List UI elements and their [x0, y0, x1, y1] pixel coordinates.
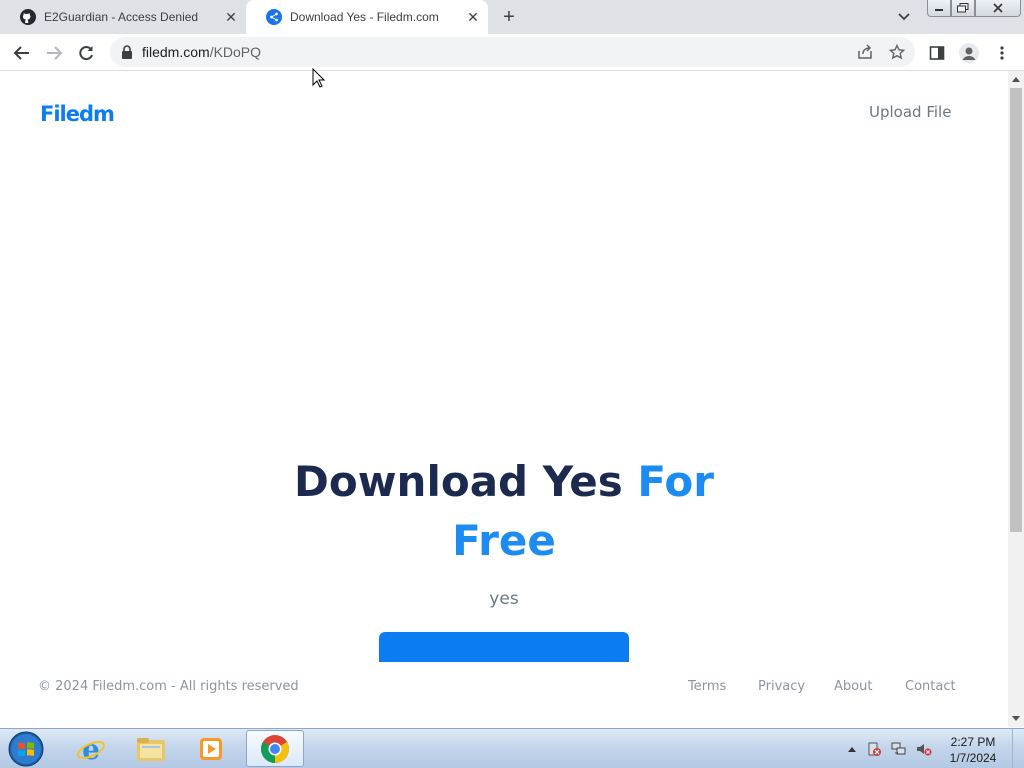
back-button[interactable]: [10, 41, 34, 65]
close-window-button[interactable]: [975, 0, 1021, 17]
page-title-line2: Free: [0, 512, 1008, 570]
side-panel-icon[interactable]: [925, 41, 949, 65]
github-icon: [20, 9, 36, 25]
profile-avatar[interactable]: [957, 41, 981, 65]
network-icon[interactable]: [891, 741, 907, 757]
explorer-icon[interactable]: [122, 730, 180, 767]
title-accent: Free: [452, 516, 556, 565]
tab-filedm[interactable]: Download Yes - Filedm.com ✕: [246, 0, 488, 34]
forward-button[interactable]: [42, 41, 66, 65]
share-page-icon[interactable]: [855, 43, 875, 61]
system-clock[interactable]: 2:27 PM 1/7/2024: [940, 734, 1006, 766]
download-button[interactable]: [379, 632, 629, 662]
svg-text:e: e: [82, 734, 100, 764]
footer-link-contact[interactable]: Contact: [905, 679, 956, 694]
footer-link-about[interactable]: About: [834, 679, 872, 694]
lock-icon[interactable]: [121, 45, 133, 59]
footer-copyright: © 2024 Filedm.com - All rights reserved: [38, 679, 299, 694]
url-path: /KDoPQ: [209, 44, 262, 60]
restore-button[interactable]: [951, 0, 975, 17]
file-description: yes: [489, 589, 519, 609]
new-tab-button[interactable]: +: [498, 7, 520, 27]
close-tab-icon[interactable]: ✕: [222, 8, 240, 26]
reload-button[interactable]: [74, 41, 98, 65]
scroll-down-icon[interactable]: [1008, 711, 1024, 727]
footer-link-privacy[interactable]: Privacy: [758, 679, 805, 694]
url-host: filedm.com: [142, 44, 210, 60]
scroll-up-icon[interactable]: [1008, 71, 1024, 87]
close-tab-icon[interactable]: ✕: [464, 8, 482, 26]
share-icon: [266, 9, 282, 25]
bookmark-star-icon[interactable]: [887, 43, 907, 61]
title-main: Download Yes: [294, 457, 623, 506]
footer-link-terms[interactable]: Terms: [688, 679, 726, 694]
windows-taskbar: e 2:27 PM 1/7/2024: [0, 728, 1024, 768]
url-text[interactable]: filedm.com/KDoPQ: [142, 44, 261, 60]
site-logo[interactable]: Filedm: [40, 102, 115, 126]
avatar-icon: [959, 43, 979, 63]
clock-time: 2:27 PM: [950, 735, 996, 749]
chrome-icon[interactable]: [246, 730, 304, 767]
mouse-cursor-icon: [312, 67, 326, 88]
clock-date: 1/7/2024: [949, 751, 997, 765]
vertical-scrollbar[interactable]: [1008, 71, 1024, 727]
address-bar[interactable]: filedm.com/KDoPQ: [110, 37, 915, 67]
browser-toolbar: filedm.com/KDoPQ: [0, 34, 1024, 71]
page-title: Download Yes For: [0, 453, 1008, 511]
ie-icon[interactable]: e: [62, 730, 120, 767]
scroll-thumb[interactable]: [1010, 88, 1022, 532]
action-center-icon[interactable]: [866, 741, 882, 757]
volume-muted-icon[interactable]: [916, 741, 932, 757]
page-viewport: Filedm Upload File Download Yes For Free…: [0, 71, 1008, 727]
tab-e2guardian[interactable]: E2Guardian - Access Denied ✕: [0, 0, 246, 34]
media-player-icon[interactable]: [182, 730, 240, 767]
chevron-down-icon[interactable]: [895, 9, 913, 25]
tab-strip: E2Guardian - Access Denied ✕ Download Ye…: [0, 0, 1024, 34]
show-hidden-icons-icon[interactable]: [844, 741, 860, 757]
title-accent: For: [637, 457, 714, 506]
upload-file-link[interactable]: Upload File: [869, 103, 951, 121]
show-desktop-button[interactable]: [1012, 729, 1024, 768]
tab-title: Download Yes - Filedm.com: [290, 10, 439, 24]
start-button[interactable]: [6, 730, 46, 768]
minimize-button[interactable]: [927, 0, 951, 17]
menu-kebab-icon[interactable]: [990, 41, 1014, 65]
tab-title: E2Guardian - Access Denied: [44, 10, 199, 24]
